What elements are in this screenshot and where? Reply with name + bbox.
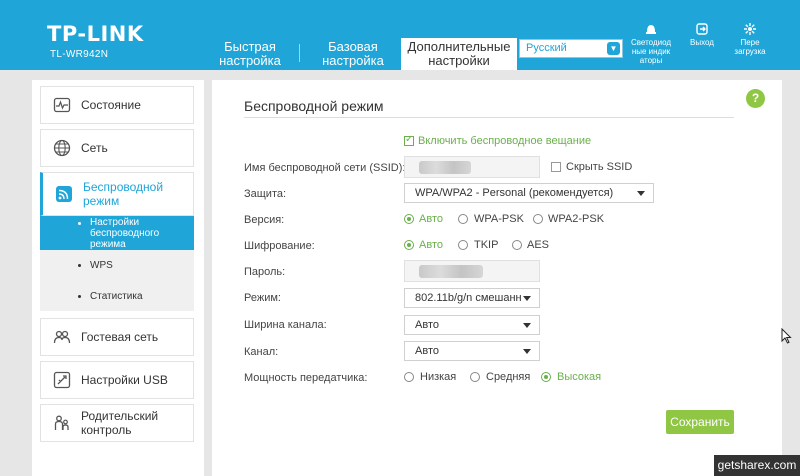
nav-separator xyxy=(299,44,300,62)
encryption-auto-radio[interactable] xyxy=(404,240,414,250)
mode-label: Режим: xyxy=(244,292,281,304)
logout-icon xyxy=(696,23,708,35)
bulb-icon xyxy=(646,25,656,34)
password-label: Пароль: xyxy=(244,266,286,278)
title-divider xyxy=(244,117,734,118)
encryption-aes-radio[interactable] xyxy=(512,240,522,250)
tx-power-high-radio[interactable] xyxy=(541,372,551,382)
version-auto-radio[interactable] xyxy=(404,214,414,224)
watermark: getsharex.com xyxy=(714,455,800,476)
status-icon xyxy=(53,97,71,113)
logout-button[interactable]: Выход xyxy=(684,22,720,47)
globe-icon xyxy=(53,139,71,157)
language-select[interactable]: Русский ▼ xyxy=(519,39,623,58)
parental-icon xyxy=(54,415,69,430)
security-label: Защита: xyxy=(244,188,287,200)
wireless-submenu: Настройки беспроводного режима WPS Стати… xyxy=(40,216,194,311)
wifi-icon xyxy=(56,186,72,202)
security-select[interactable]: WPA/WPA2 - Personal (рекомендуется) xyxy=(404,183,654,203)
tx-power-medium-radio[interactable] xyxy=(470,372,480,382)
password-input[interactable] xyxy=(404,260,540,282)
encryption-tkip-radio[interactable] xyxy=(458,240,468,250)
enable-broadcast-label: Включить беспроводное вещание xyxy=(418,135,592,147)
sidebar-item-network[interactable]: Сеть xyxy=(40,129,194,167)
sidebar-item-status[interactable]: Состояние xyxy=(40,86,194,124)
help-icon[interactable]: ? xyxy=(746,89,765,108)
enable-broadcast-checkbox[interactable] xyxy=(404,134,414,146)
tx-power-label: Мощность передатчика: xyxy=(244,372,368,384)
channel-width-label: Ширина канала: xyxy=(244,319,327,331)
reboot-button[interactable]: Пере загрузка xyxy=(728,22,772,56)
sidebar-item-parental-control[interactable]: Родительский контроль xyxy=(40,404,194,442)
led-button[interactable]: Светодиод ные индик аторы xyxy=(628,22,674,65)
hide-ssid-label: Скрыть SSID xyxy=(566,161,633,173)
encryption-label: Шифрование: xyxy=(244,240,315,252)
subitem-statistics[interactable]: Статистика xyxy=(40,291,194,305)
sidebar-item-usb[interactable]: Настройки USB xyxy=(40,361,194,399)
chevron-down-icon xyxy=(523,296,531,301)
version-label: Версия: xyxy=(244,214,285,226)
usb-icon xyxy=(53,371,71,389)
version-wpa-psk-radio[interactable] xyxy=(458,214,468,224)
hide-ssid-checkbox[interactable] xyxy=(551,162,561,172)
top-header: TP-LINK TL-WR942N Быстрая настройка Базо… xyxy=(0,0,800,70)
channel-label: Канал: xyxy=(244,346,279,358)
channel-width-select[interactable]: Авто xyxy=(404,315,540,335)
mode-select[interactable]: 802.11b/g/n смешанн xyxy=(404,288,540,308)
tab-quick-setup[interactable]: Быстрая настройка xyxy=(211,40,289,70)
redacted-value xyxy=(419,265,483,278)
tab-advanced-settings[interactable]: Дополнительные настройки xyxy=(401,38,517,70)
ssid-input[interactable] xyxy=(404,156,540,178)
tx-power-low-radio[interactable] xyxy=(404,372,414,382)
sidebar-item-wireless[interactable]: Беспроводной режим xyxy=(40,172,194,216)
ssid-label: Имя беспроводной сети (SSID): xyxy=(244,162,406,174)
mouse-cursor-icon xyxy=(781,328,792,344)
chevron-down-icon xyxy=(637,191,645,196)
tplink-logo: TP-LINK xyxy=(47,22,144,46)
chevron-down-icon: ▼ xyxy=(607,42,620,55)
channel-select[interactable]: Авто xyxy=(404,341,540,361)
sidebar-item-guest-network[interactable]: Гостевая сеть xyxy=(40,318,194,356)
subitem-wireless-settings[interactable]: Настройки беспроводного режима xyxy=(40,216,194,250)
redacted-value xyxy=(419,161,471,174)
page-title: Беспроводной режим xyxy=(244,98,384,114)
save-button[interactable]: Сохранить xyxy=(666,410,734,434)
version-wpa2-psk-radio[interactable] xyxy=(533,214,543,224)
guest-icon xyxy=(53,330,71,344)
subitem-wps[interactable]: WPS xyxy=(40,260,194,274)
chevron-down-icon xyxy=(523,323,531,328)
chevron-down-icon xyxy=(523,349,531,354)
model-name: TL-WR942N xyxy=(50,49,109,60)
tab-basic-settings[interactable]: Базовая настройка xyxy=(312,40,394,70)
reboot-icon xyxy=(744,23,756,35)
